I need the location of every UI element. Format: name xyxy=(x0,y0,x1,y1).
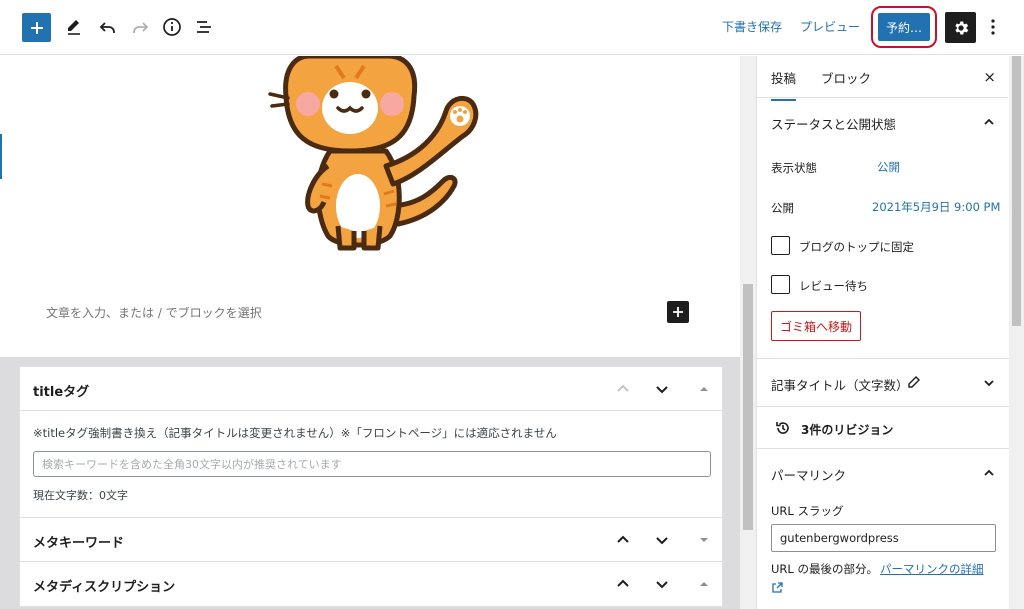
close-sidebar-button[interactable]: × xyxy=(983,68,996,86)
revisions-link[interactable]: 3件のリビジョン xyxy=(801,421,893,438)
toggle-panel-button[interactable] xyxy=(694,379,714,399)
title-count-label: 記事タイトル（文字数） xyxy=(771,378,909,393)
chevron-up-icon xyxy=(617,384,629,392)
chevron-down-icon[interactable] xyxy=(981,375,997,391)
inline-add-block-button[interactable] xyxy=(667,301,689,323)
add-block-button[interactable] xyxy=(22,13,51,42)
status-panel-title[interactable]: ステータスと公開状態 xyxy=(771,114,896,133)
schedule-button[interactable]: 予約… xyxy=(878,13,930,41)
toggle-panel-button[interactable] xyxy=(694,574,714,594)
visibility-value[interactable]: 公開 xyxy=(877,159,900,175)
selection-indicator xyxy=(0,134,2,179)
preview-button[interactable]: プレビュー xyxy=(800,18,860,35)
paragraph-placeholder[interactable]: 文章を入力、または / でブロックを選択 xyxy=(46,304,262,321)
move-up-button[interactable] xyxy=(613,530,633,550)
pencil-icon xyxy=(68,20,80,35)
status-panel: ステータスと公開状態 表示状態 公開 公開 2021年5月9日 9:00 PM … xyxy=(757,98,1009,359)
url-slug-label: URL スラッグ xyxy=(771,504,844,518)
chevron-up-icon xyxy=(617,535,629,543)
tools-button[interactable] xyxy=(62,15,86,39)
meta-boxes-panel: titleタグ ※titleタグ強制書き換え（記事タイトルは変更されません）※「… xyxy=(19,366,723,607)
chevron-down-icon xyxy=(656,537,668,545)
title-tag-note: ※titleタグ強制書き換え（記事タイトルは変更されません）※「フロントページ」… xyxy=(33,426,557,440)
pending-review-label[interactable]: レビュー待ち xyxy=(799,278,868,294)
tab-block[interactable]: ブロック xyxy=(821,68,871,87)
gear-icon xyxy=(954,21,968,34)
chevron-up-icon[interactable] xyxy=(981,465,997,481)
triangle-down-icon xyxy=(700,538,708,542)
meta-boxes-area: titleタグ ※titleタグ強制書き換え（記事タイトルは変更されません）※「… xyxy=(0,357,740,609)
chevron-down-icon xyxy=(656,581,668,589)
move-down-button[interactable] xyxy=(652,379,672,399)
list-view-icon xyxy=(197,21,211,33)
stick-to-front-label[interactable]: ブログのトップに固定 xyxy=(799,239,914,255)
settings-button[interactable] xyxy=(945,12,976,43)
chevron-up-icon xyxy=(617,579,629,587)
history-icon xyxy=(775,420,791,440)
move-down-button[interactable] xyxy=(652,574,672,594)
sidebar-tabs: 投稿 ブロック × xyxy=(757,56,1008,101)
move-up-button[interactable] xyxy=(613,379,633,399)
triangle-up-icon xyxy=(700,582,708,586)
editor-canvas: 文章を入力、または / でブロックを選択 titleタグ ※titleタグ強制書… xyxy=(0,56,740,609)
publish-date[interactable]: 2021年5月9日 9:00 PM xyxy=(872,199,1000,215)
move-up-button[interactable] xyxy=(613,574,633,594)
permalink-details-link[interactable]: パーマリンクの詳細 xyxy=(880,561,984,577)
schedule-highlight: 予約… xyxy=(871,6,937,48)
chevron-up-icon[interactable] xyxy=(981,114,997,130)
save-draft-button[interactable]: 下書き保存 xyxy=(722,18,782,35)
meta-box-title: メタディスクリプション xyxy=(33,580,176,595)
char-count: 現在文字数：0文字 xyxy=(33,489,128,502)
redo-icon xyxy=(133,22,149,33)
kebab-icon xyxy=(991,19,995,35)
url-slug-input[interactable] xyxy=(771,524,996,552)
plus-icon xyxy=(673,307,683,317)
meta-box-title: メタキーワード xyxy=(33,536,125,551)
revisions-panel[interactable]: 3件のリビジョン xyxy=(757,407,1009,449)
publish-label: 公開 xyxy=(771,201,794,215)
more-options-button[interactable] xyxy=(985,15,1001,39)
plus-icon xyxy=(30,21,43,34)
redo-button[interactable] xyxy=(128,15,152,39)
title-count-panel[interactable]: 記事タイトル（文字数） xyxy=(757,359,1009,407)
details-button[interactable] xyxy=(160,15,184,39)
pending-review-checkbox[interactable] xyxy=(771,275,790,294)
editor-scrollbar-thumb[interactable] xyxy=(743,284,753,530)
external-link-icon[interactable] xyxy=(771,579,783,598)
tab-post[interactable]: 投稿 xyxy=(771,68,797,101)
url-note: URL の最後の部分。 xyxy=(771,562,878,576)
visibility-label: 表示状態 xyxy=(771,161,817,175)
meta-box-description[interactable]: メタディスクリプション xyxy=(20,562,722,606)
meta-box-title-tag-body: ※titleタグ強制書き換え（記事タイトルは変更されません）※「フロントページ」… xyxy=(20,411,722,518)
sidebar-scrollbar[interactable] xyxy=(1009,56,1024,609)
title-tag-input[interactable] xyxy=(33,451,711,477)
undo-icon xyxy=(99,22,115,33)
toggle-panel-button[interactable] xyxy=(694,530,714,550)
info-icon xyxy=(163,18,181,36)
meta-box-keywords[interactable]: メタキーワード xyxy=(20,518,722,562)
editor-toolbar: 下書き保存 プレビュー 予約… xyxy=(0,0,1024,55)
move-to-trash-button[interactable]: ゴミ箱へ移動 xyxy=(771,311,862,341)
sidebar-scrollbar-thumb[interactable] xyxy=(1012,56,1021,326)
meta-box-title: titleタグ xyxy=(33,385,90,400)
move-down-button[interactable] xyxy=(652,530,672,550)
cat-illustration xyxy=(268,56,479,251)
triangle-up-icon xyxy=(700,387,708,391)
stick-to-front-checkbox[interactable] xyxy=(771,236,790,255)
editor-scrollbar[interactable] xyxy=(740,56,756,609)
settings-sidebar: 投稿 ブロック × ステータスと公開状態 表示状態 公開 公開 2021年5月9… xyxy=(756,56,1009,609)
permalink-panel-title[interactable]: パーマリンク xyxy=(771,465,846,484)
list-view-button[interactable] xyxy=(192,15,216,39)
pencil-icon xyxy=(907,374,921,393)
meta-box-title-tag[interactable]: titleタグ xyxy=(20,367,722,411)
chevron-down-icon xyxy=(656,386,668,394)
undo-button[interactable] xyxy=(96,15,120,39)
